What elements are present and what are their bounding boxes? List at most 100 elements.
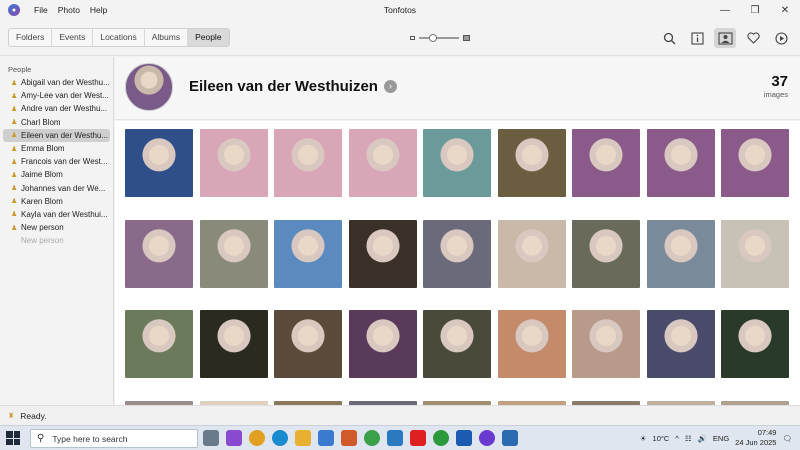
maps-icon[interactable] — [364, 430, 380, 446]
photo-thumbnail[interactable] — [423, 219, 491, 288]
slider-knob[interactable] — [428, 34, 437, 42]
photo-thumbnail[interactable] — [721, 129, 789, 197]
language-indicator[interactable]: ENG — [713, 434, 729, 443]
task-view-icon[interactable] — [203, 430, 219, 446]
heart-icon[interactable] — [742, 28, 764, 48]
sidebar-person-item[interactable]: New person — [3, 234, 110, 247]
network-icon[interactable]: ☷ — [685, 434, 692, 443]
chevron-up-icon[interactable]: ^ — [675, 434, 679, 443]
sidebar-person-item[interactable]: ♟ Abigail van der Westhu... — [3, 76, 110, 89]
faces-icon[interactable] — [714, 28, 736, 48]
photo-grid — [115, 121, 800, 405]
people-list: ♟ Abigail van der Westhu... ♟ Amy-Lee van d… — [0, 76, 113, 247]
sidebar-person-item[interactable]: ♟ Eileen van der Westhu... — [3, 128, 110, 142]
edge-icon[interactable] — [272, 430, 288, 446]
photo-thumbnail[interactable] — [199, 219, 268, 288]
play-icon[interactable] — [770, 28, 792, 48]
youtube-icon[interactable] — [410, 430, 426, 446]
sidebar-person-item[interactable]: ♟ Francois van der West... — [3, 155, 110, 168]
weather-temp[interactable]: 10°C — [653, 434, 670, 443]
photo-thumbnail[interactable] — [348, 219, 417, 288]
photo-thumbnail[interactable] — [125, 219, 193, 288]
app-icon-green[interactable] — [433, 430, 449, 446]
view-tabs: Folders Events Locations Albums People — [8, 28, 230, 47]
status-bar: ♜ Ready. — [0, 405, 800, 425]
info-icon[interactable] — [686, 28, 708, 48]
photo-thumbnail[interactable] — [572, 219, 640, 288]
store-icon[interactable] — [318, 430, 334, 446]
tab-people[interactable]: People — [188, 29, 229, 46]
file-explorer-icon[interactable] — [295, 430, 311, 446]
clock[interactable]: 07:49 24 Jun 2025 — [735, 428, 776, 448]
sidebar-person-item[interactable]: ♟ Karen Blom — [3, 195, 110, 208]
photo-thumbnail[interactable] — [348, 129, 417, 197]
tab-locations[interactable]: Locations — [93, 29, 145, 46]
outlook-icon[interactable] — [456, 430, 472, 446]
window-title: Tonfotos — [383, 5, 417, 15]
menu-help[interactable]: Help — [90, 5, 107, 15]
app-icon[interactable] — [387, 430, 403, 446]
app-logo-icon: ● — [8, 4, 20, 16]
sidebar-person-item[interactable]: ♟ Kayla van der Westhui... — [3, 208, 110, 221]
photo-thumbnail[interactable] — [348, 310, 417, 378]
sidebar-person-item[interactable]: ♟ Johannes van der We... — [3, 182, 110, 195]
person-avatar[interactable] — [125, 63, 173, 111]
search-icon[interactable] — [658, 28, 680, 48]
sidebar-person-item[interactable]: ♟ Charl Blom — [3, 116, 110, 129]
weather-icon[interactable]: ☀ — [640, 434, 647, 443]
photo-thumbnail[interactable] — [274, 129, 342, 197]
volume-icon[interactable]: 🔊 — [698, 434, 707, 443]
menu-file[interactable]: File — [34, 5, 48, 15]
chrome-icon[interactable] — [249, 430, 265, 446]
photo-thumbnail[interactable] — [497, 310, 566, 378]
photo-thumbnail[interactable] — [423, 129, 491, 197]
sidebar-person-label: Eileen van der Westhu... — [21, 130, 109, 140]
photo-thumbnail[interactable] — [721, 219, 789, 288]
clock-time: 07:49 — [757, 428, 777, 437]
sidebar-person-item[interactable]: ♟ Emma Blom — [3, 142, 110, 155]
photo-thumbnail[interactable] — [199, 310, 268, 378]
tab-folders[interactable]: Folders — [9, 29, 53, 46]
notifications-icon[interactable]: 🗨 — [782, 434, 792, 443]
photo-thumbnail[interactable] — [572, 310, 640, 378]
person-name[interactable]: Eileen van der Westhuizen — [189, 78, 378, 95]
sidebar-heading: People — [8, 65, 32, 74]
thumbnail-size-slider[interactable] — [410, 34, 470, 42]
photo-thumbnail[interactable] — [199, 129, 268, 197]
photo-thumbnail[interactable] — [572, 129, 640, 197]
photo-thumbnail[interactable] — [721, 310, 789, 378]
copilot-icon[interactable] — [226, 430, 242, 446]
photo-thumbnail[interactable] — [646, 219, 715, 288]
photo-thumbnail[interactable] — [125, 129, 193, 197]
slider-track[interactable] — [419, 34, 459, 42]
photo-thumbnail[interactable] — [646, 129, 715, 197]
image-count-label: images — [763, 90, 788, 99]
taskbar-search[interactable]: ⚲ Type here to search — [30, 429, 198, 448]
restore-button[interactable]: ❐ — [740, 0, 770, 20]
sidebar-person-label: Amy-Lee van der West... — [21, 91, 109, 101]
photo-thumbnail[interactable] — [274, 310, 342, 378]
windows-start-icon[interactable] — [6, 431, 20, 445]
minimize-button[interactable]: — — [710, 0, 740, 20]
tab-events[interactable]: Events — [52, 29, 94, 46]
tonfotos-icon[interactable] — [341, 430, 357, 446]
photo-thumbnail[interactable] — [497, 219, 566, 288]
close-button[interactable]: ✕ — [770, 0, 800, 20]
photo-thumbnail[interactable] — [497, 129, 566, 197]
sidebar-person-item[interactable]: ♟ Jaime Blom — [3, 168, 110, 181]
image-count-value: 37 — [771, 73, 788, 90]
photo-thumbnail[interactable] — [423, 310, 491, 378]
chevron-right-icon[interactable]: › — [384, 80, 397, 93]
photos-icon[interactable] — [502, 430, 518, 446]
photo-thumbnail[interactable] — [125, 310, 193, 378]
person-icon: ♟ — [11, 158, 18, 166]
tab-albums[interactable]: Albums — [145, 29, 189, 46]
photo-thumbnail[interactable] — [646, 310, 715, 378]
menu-photo[interactable]: Photo — [58, 5, 80, 15]
app-icon-purple[interactable] — [479, 430, 495, 446]
person-icon: ♟ — [11, 105, 18, 113]
sidebar-person-item[interactable]: ♟ Andre van der Westhu... — [3, 102, 110, 115]
photo-thumbnail[interactable] — [274, 219, 342, 288]
sidebar-person-item[interactable]: ♟ Amy-Lee van der West... — [3, 89, 110, 102]
sidebar-person-item[interactable]: ♟ New person — [3, 221, 110, 234]
